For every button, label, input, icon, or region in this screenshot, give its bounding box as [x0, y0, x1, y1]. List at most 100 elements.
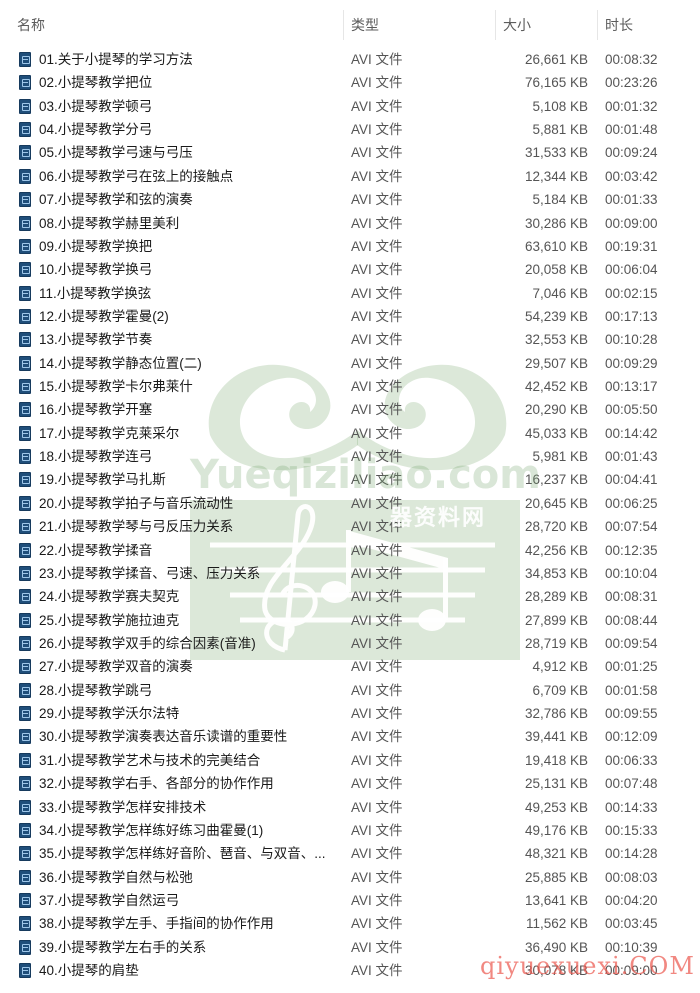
- column-header: 名称 类型 大小 时长: [0, 0, 700, 46]
- file-row[interactable]: 04.小提琴教学分弓 AVI 文件 5,881 KB 00:01:48: [0, 118, 700, 141]
- file-row[interactable]: 02.小提琴教学把位 AVI 文件 76,165 KB 00:23:26: [0, 71, 700, 94]
- file-row[interactable]: 24.小提琴教学赛夫契克 AVI 文件 28,289 KB 00:08:31: [0, 585, 700, 608]
- file-row[interactable]: 10.小提琴教学换弓 AVI 文件 20,058 KB 00:06:04: [0, 258, 700, 281]
- file-duration: 00:06:25: [605, 495, 658, 511]
- file-row[interactable]: 23.小提琴教学揉音、弓速、压力关系 AVI 文件 34,853 KB 00:10:0…: [0, 562, 700, 585]
- file-type: AVI 文件: [351, 822, 403, 838]
- file-row[interactable]: 36.小提琴教学自然与松弛 AVI 文件 25,885 KB 00:08:03: [0, 866, 700, 889]
- file-row[interactable]: 22.小提琴教学揉音 AVI 文件 42,256 KB 00:12:35: [0, 539, 700, 562]
- file-row[interactable]: 32.小提琴教学右手、各部分的协作作用 AVI 文件 25,131 KB 00:07:…: [0, 772, 700, 795]
- file-row[interactable]: 27.小提琴教学双音的演奏 AVI 文件 4,912 KB 00:01:25: [0, 655, 700, 678]
- file-row[interactable]: 16.小提琴教学开塞 AVI 文件 20,290 KB 00:05:50: [0, 398, 700, 421]
- file-row[interactable]: 35.小提琴教学怎样练好音阶、琶音、与双音、... AVI 文件 48,321 KB…: [0, 842, 700, 865]
- file-row[interactable]: 15.小提琴教学卡尔弗莱什 AVI 文件 42,452 KB 00:13:17: [0, 375, 700, 398]
- video-file-icon: [19, 425, 31, 441]
- file-row[interactable]: 38.小提琴教学左手、手指间的协作作用 AVI 文件 11,562 KB 00:03:…: [0, 912, 700, 935]
- video-file-icon: [19, 939, 31, 955]
- file-type: AVI 文件: [351, 869, 403, 885]
- file-name: 01.关于小提琴的学习方法: [39, 52, 193, 67]
- file-duration: 00:15:33: [605, 822, 658, 838]
- file-type: AVI 文件: [351, 846, 403, 862]
- file-type: AVI 文件: [351, 776, 403, 792]
- file-row[interactable]: 21.小提琴教学琴与弓反压力关系 AVI 文件 28,720 KB 00:07:54: [0, 515, 700, 538]
- file-size: 29,507 KB: [524, 355, 588, 371]
- file-duration: 00:07:48: [605, 776, 658, 792]
- file-type: AVI 文件: [351, 963, 403, 979]
- video-file-icon: [19, 379, 31, 395]
- file-row[interactable]: 13.小提琴教学节奏 AVI 文件 32,553 KB 00:10:28: [0, 328, 700, 351]
- file-duration: 00:01:48: [605, 122, 658, 138]
- file-size: 76,165 KB: [524, 75, 588, 91]
- file-name: 25.小提琴教学施拉迪克: [39, 612, 180, 628]
- file-row[interactable]: 12.小提琴教学霍曼(2) AVI 文件 54,239 KB 00:17:13: [0, 305, 700, 328]
- file-duration: 00:10:28: [605, 332, 658, 348]
- file-duration: 00:17:13: [605, 308, 658, 324]
- file-name: 23.小提琴教学揉音、弓速、压力关系: [39, 565, 261, 581]
- file-size: 5,184 KB: [532, 192, 588, 208]
- file-type: AVI 文件: [351, 752, 403, 768]
- file-size: 28,720 KB: [524, 519, 588, 535]
- file-type: AVI 文件: [351, 308, 403, 324]
- file-type: AVI 文件: [351, 542, 403, 558]
- file-name: 03.小提琴教学顿弓: [39, 98, 153, 114]
- file-size: 32,786 KB: [524, 706, 588, 722]
- file-type: AVI 文件: [351, 892, 403, 908]
- column-header-name[interactable]: 名称: [17, 14, 45, 36]
- file-size: 42,452 KB: [524, 379, 588, 395]
- video-file-icon: [19, 52, 31, 67]
- file-name: 11.小提琴教学换弦: [39, 285, 152, 301]
- file-name: 38.小提琴教学左手、手指间的协作作用: [39, 916, 274, 932]
- file-row[interactable]: 26.小提琴教学双手的综合因素(音准) AVI 文件 28,719 KB 00:09:…: [0, 632, 700, 655]
- column-header-duration[interactable]: 时长: [605, 14, 633, 36]
- file-type: AVI 文件: [351, 589, 403, 605]
- file-row[interactable]: 03.小提琴教学顿弓 AVI 文件 5,108 KB 00:01:32: [0, 95, 700, 118]
- file-row[interactable]: 09.小提琴教学换把 AVI 文件 63,610 KB 00:19:31: [0, 235, 700, 258]
- file-duration: 00:13:17: [605, 379, 658, 395]
- file-row[interactable]: 08.小提琴教学赫里美利 AVI 文件 30,286 KB 00:09:00: [0, 212, 700, 235]
- file-name: 15.小提琴教学卡尔弗莱什: [39, 379, 193, 395]
- file-size: 27,899 KB: [524, 612, 588, 628]
- file-row[interactable]: 07.小提琴教学和弦的演奏 AVI 文件 5,184 KB 00:01:33: [0, 188, 700, 211]
- file-row[interactable]: 33.小提琴教学怎样安排技术 AVI 文件 49,253 KB 00:14:33: [0, 796, 700, 819]
- video-file-icon: [19, 519, 31, 535]
- file-duration: 00:19:31: [605, 238, 658, 254]
- video-file-icon: [19, 355, 31, 371]
- file-type: AVI 文件: [351, 122, 403, 138]
- file-row[interactable]: 37.小提琴教学自然运弓 AVI 文件 13,641 KB 00:04:20: [0, 889, 700, 912]
- column-divider[interactable]: [343, 10, 344, 40]
- file-name: 02.小提琴教学把位: [39, 75, 153, 91]
- file-row[interactable]: 34.小提琴教学怎样练好练习曲霍曼(1) AVI 文件 49,176 KB 00:15…: [0, 819, 700, 842]
- file-row[interactable]: 30.小提琴教学演奏表达音乐读谱的重要性 AVI 文件 39,441 KB 00:12…: [0, 725, 700, 748]
- column-header-size[interactable]: 大小: [503, 14, 531, 36]
- file-size: 39,441 KB: [524, 729, 588, 745]
- file-type: AVI 文件: [351, 635, 403, 651]
- file-row[interactable]: 29.小提琴教学沃尔法特 AVI 文件 32,786 KB 00:09:55: [0, 702, 700, 725]
- file-type: AVI 文件: [351, 145, 403, 161]
- file-row[interactable]: 17.小提琴教学克莱采尔 AVI 文件 45,033 KB 00:14:42: [0, 422, 700, 445]
- file-row[interactable]: 11.小提琴教学换弦 AVI 文件 7,046 KB 00:02:15: [0, 282, 700, 305]
- column-header-type[interactable]: 类型: [351, 14, 379, 36]
- file-row[interactable]: 25.小提琴教学施拉迪克 AVI 文件 27,899 KB 00:08:44: [0, 609, 700, 632]
- file-row[interactable]: 28.小提琴教学跳弓 AVI 文件 6,709 KB 00:01:58: [0, 679, 700, 702]
- column-divider[interactable]: [597, 10, 598, 40]
- file-name: 40.小提琴的肩垫: [39, 963, 139, 979]
- file-duration: 00:05:50: [605, 402, 658, 418]
- file-duration: 00:14:28: [605, 846, 658, 862]
- video-file-icon: [19, 589, 31, 605]
- file-row[interactable]: 05.小提琴教学弓速与弓压 AVI 文件 31,533 KB 00:09:24: [0, 141, 700, 164]
- file-duration: 00:01:25: [605, 659, 658, 675]
- file-type: AVI 文件: [351, 916, 403, 932]
- file-duration: 00:01:43: [605, 449, 658, 465]
- file-row[interactable]: 01.关于小提琴的学习方法 AVI 文件 26,661 KB 00:08:32: [0, 48, 700, 71]
- file-row[interactable]: 14.小提琴教学静态位置(二) AVI 文件 29,507 KB 00:09:29: [0, 352, 700, 375]
- file-row[interactable]: 06.小提琴教学弓在弦上的接触点 AVI 文件 12,344 KB 00:03:42: [0, 165, 700, 188]
- file-duration: 00:02:15: [605, 285, 658, 301]
- file-duration: 00:03:42: [605, 168, 658, 184]
- column-divider[interactable]: [495, 10, 496, 40]
- file-row[interactable]: 31.小提琴教学艺术与技术的完美结合 AVI 文件 19,418 KB 00:06:3…: [0, 749, 700, 772]
- file-size: 25,885 KB: [524, 869, 588, 885]
- video-file-icon: [19, 659, 31, 675]
- video-file-icon: [19, 75, 31, 91]
- file-name: 31.小提琴教学艺术与技术的完美结合: [39, 752, 261, 768]
- file-name: 05.小提琴教学弓速与弓压: [39, 145, 193, 161]
